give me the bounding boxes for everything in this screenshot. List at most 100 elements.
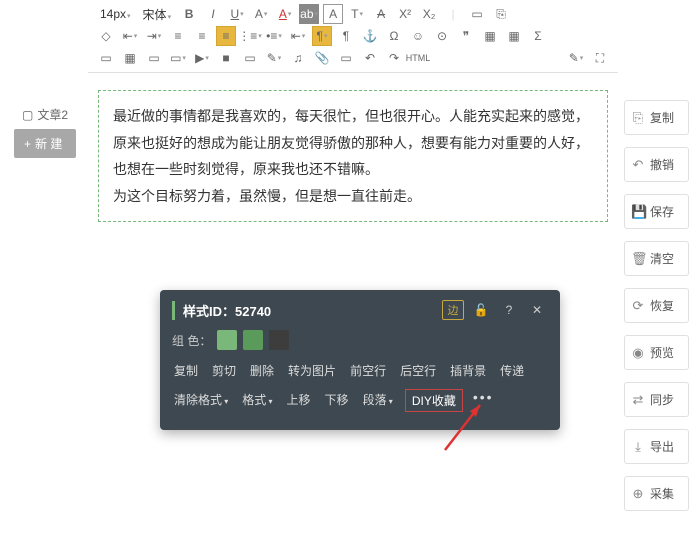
highlight-button[interactable]: ab (299, 4, 319, 24)
context-menu-title: 样式ID：52740 (172, 301, 271, 320)
layout-icon[interactable]: ▭ (168, 48, 188, 68)
action-row-2: 清除格式 格式 上移 下移 段落 DIY收藏 ••• (172, 389, 548, 412)
smiley-icon[interactable]: ☺ (408, 26, 428, 46)
sync-icon: ⇄ (631, 392, 645, 408)
action-move-down[interactable]: 下移 (323, 389, 351, 412)
color-swatch-2[interactable] (243, 330, 263, 350)
image-icon[interactable]: ▭ (96, 48, 116, 68)
action-paragraph[interactable]: 段落 (361, 389, 395, 412)
action-clear-format[interactable]: 清除格式 (172, 389, 230, 412)
video-icon[interactable]: ▶ (192, 48, 212, 68)
code-icon[interactable]: ▭ (336, 48, 356, 68)
font-size-select[interactable]: 14px (96, 7, 135, 21)
action-copy[interactable]: 复制 (172, 360, 200, 381)
copy-icon[interactable]: ⎘ (491, 4, 511, 24)
action-format[interactable]: 格式 (240, 389, 274, 412)
link-icon[interactable]: ⚓ (360, 26, 380, 46)
eraser-icon[interactable]: ◇ (96, 26, 116, 46)
indent-right-icon[interactable]: ⇥ (144, 26, 164, 46)
action-transfer[interactable]: 传递 (498, 360, 526, 381)
action-more[interactable]: ••• (473, 389, 494, 412)
music-icon[interactable]: ♫ (288, 48, 308, 68)
help-icon[interactable]: ? (498, 300, 520, 320)
close-icon[interactable]: ✕ (526, 300, 548, 320)
direction-icon[interactable]: ¶ (312, 26, 332, 46)
align-center-icon[interactable]: ≡ (192, 26, 212, 46)
camera-icon[interactable]: ■ (216, 48, 236, 68)
pilcrow-icon[interactable]: ¶ (336, 26, 356, 46)
expand-icon[interactable]: ⛶ (590, 48, 610, 68)
eye-icon: ◉ (631, 345, 645, 361)
document-icon: ▢ (22, 108, 33, 122)
editor-area[interactable]: 最近做的事情都是我喜欢的，每天很忙，但也很开心。人能充实起来的感觉，原来也挺好的… (98, 90, 608, 222)
save-button[interactable]: 💾保存 (624, 194, 689, 229)
align-left-icon[interactable]: ≡ (168, 26, 188, 46)
images-icon[interactable]: ▦ (120, 48, 140, 68)
sigma-icon[interactable]: Σ (528, 26, 548, 46)
edit-mode-icon[interactable]: ✎ (566, 48, 586, 68)
action-to-image[interactable]: 转为图片 (286, 360, 338, 381)
right-sidebar: ⎘复制 ↶撤销 💾保存 🗑清空 ⟳恢复 ◉预览 ⇄同步 ⤓导出 ⊕采集 (624, 100, 689, 511)
paragraph-2: 为这个目标努力着，虽然慢，但是想一直往前走。 (113, 183, 593, 210)
action-move-up[interactable]: 上移 (285, 389, 313, 412)
editor-toolbar: 14px 宋体 B I U A A ab A T A X² X₂ | ▭ ⎘ ◇… (88, 0, 618, 73)
action-delete[interactable]: 删除 (248, 360, 276, 381)
html-button[interactable]: HTML (408, 48, 428, 68)
copy-icon: ⎘ (631, 110, 645, 126)
underline-button[interactable]: U (227, 4, 247, 24)
ol-icon[interactable]: ⋮≡ (240, 26, 260, 46)
attach-icon[interactable]: 📎 (312, 48, 332, 68)
color-swatch-1[interactable] (217, 330, 237, 350)
action-blank-after[interactable]: 后空行 (398, 360, 438, 381)
collect-icon: ⊕ (631, 486, 645, 502)
new-button[interactable]: + 新 建 (14, 129, 76, 158)
left-sidebar: ▢ 文章2 + 新 建 (14, 100, 89, 158)
color-swatch-3[interactable] (269, 330, 289, 350)
italic-button[interactable]: I (203, 4, 223, 24)
text-a-button[interactable]: A (323, 4, 343, 24)
document-label: 文章2 (37, 106, 68, 123)
film-icon[interactable]: ▭ (240, 48, 260, 68)
color-group-label: 组 色： (172, 332, 211, 349)
clear-format-button[interactable]: A (371, 4, 391, 24)
restore-button[interactable]: ⟳恢复 (624, 288, 689, 323)
bold-button[interactable]: B (179, 4, 199, 24)
gallery-icon[interactable]: ▭ (144, 48, 164, 68)
font-family-select[interactable]: 宋体 (139, 6, 176, 23)
clear-button[interactable]: 🗑清空 (624, 241, 689, 276)
action-cut[interactable]: 剪切 (210, 360, 238, 381)
align-justify-icon[interactable]: ≡ (216, 26, 236, 46)
export-button[interactable]: ⤓导出 (624, 429, 689, 464)
bg-color-button[interactable]: A (251, 4, 271, 24)
brush-icon[interactable]: ✎ (264, 48, 284, 68)
action-insert-bg[interactable]: 插背景 (448, 360, 488, 381)
style-context-menu: 样式ID：52740 边 🔓 ? ✕ 组 色： 复制 剪切 删除 转为图片 前空… (160, 290, 560, 430)
undo-icon[interactable]: ↶ (360, 48, 380, 68)
preview-button[interactable]: ◉预览 (624, 335, 689, 370)
undo-button[interactable]: ↶撤销 (624, 147, 689, 182)
table-icon[interactable]: ▦ (480, 26, 500, 46)
action-diy-favorite[interactable]: DIY收藏 (405, 389, 463, 412)
quote-icon[interactable]: ❞ (456, 26, 476, 46)
sep-icon: | (443, 4, 463, 24)
copy-button[interactable]: ⎘复制 (624, 100, 689, 135)
outdent-icon[interactable]: ⇤ (288, 26, 308, 46)
text-content-box[interactable]: 最近做的事情都是我喜欢的，每天很忙，但也很开心。人能充实起来的感觉，原来也挺好的… (98, 90, 608, 222)
border-button[interactable]: 边 (442, 300, 464, 320)
ul-icon[interactable]: •≡ (264, 26, 284, 46)
action-blank-before[interactable]: 前空行 (348, 360, 388, 381)
document-tab[interactable]: ▢ 文章2 (14, 100, 89, 129)
text-t-button[interactable]: T (347, 4, 367, 24)
lock-icon[interactable]: 🔓 (470, 300, 492, 320)
redo-icon[interactable]: ↷ (384, 48, 404, 68)
font-color-button[interactable]: A (275, 4, 295, 24)
indent-left-icon[interactable]: ⇤ (120, 26, 140, 46)
collect-button[interactable]: ⊕采集 (624, 476, 689, 511)
omega-icon[interactable]: Ω (384, 26, 404, 46)
page-icon[interactable]: ▭ (467, 4, 487, 24)
superscript-button[interactable]: X² (395, 4, 415, 24)
search-icon[interactable]: ⊙ (432, 26, 452, 46)
subscript-button[interactable]: X₂ (419, 4, 439, 24)
sync-button[interactable]: ⇄同步 (624, 382, 689, 417)
grid-icon[interactable]: ▦ (504, 26, 524, 46)
